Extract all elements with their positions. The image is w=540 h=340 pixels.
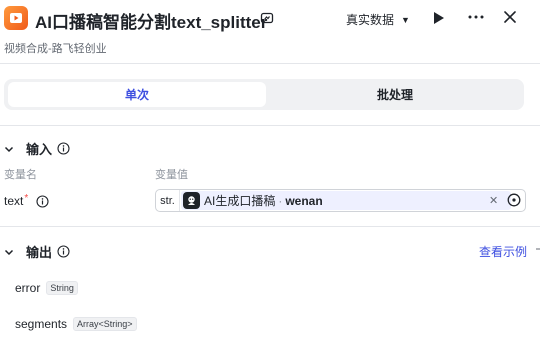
output-type-badge: Array<String>	[73, 317, 137, 331]
more-icon[interactable]	[466, 9, 486, 25]
data-source-label: 真实数据	[346, 13, 395, 27]
column-label-name: 变量名	[4, 169, 37, 181]
info-icon[interactable]	[36, 194, 49, 208]
ai-node-icon	[183, 192, 200, 209]
run-icon[interactable]	[432, 10, 446, 26]
target-icon[interactable]	[507, 193, 521, 207]
reference-node: AI生成口播稿	[204, 194, 276, 208]
reference-var: wenan	[285, 194, 323, 208]
output-type-badge: String	[46, 281, 78, 295]
mode-tabs: 单次 批处理	[4, 79, 524, 110]
output-section-title: 输出	[26, 245, 53, 260]
clear-icon[interactable]: ✕	[489, 194, 498, 207]
edit-icon[interactable]	[260, 11, 274, 25]
column-label-value: 变量值	[155, 169, 188, 181]
close-icon[interactable]	[503, 10, 517, 24]
node-subtitle: 视频合成-路飞轻创业	[4, 43, 107, 55]
variable-name-text: text *	[4, 192, 49, 208]
view-example-link[interactable]: 查看示例	[479, 243, 527, 260]
output-field-name: error	[15, 281, 41, 295]
output-section-header[interactable]: 输出	[4, 242, 70, 261]
info-icon[interactable]	[57, 142, 70, 155]
play-card-icon	[4, 6, 28, 30]
node-title: AI口播稿智能分割text_splitter	[35, 13, 268, 32]
output-field-segments: segments Array<String>	[15, 317, 137, 331]
panel-header: AI口播稿智能分割text_splitter 真实数据 ▼	[0, 0, 540, 36]
data-source-select[interactable]: 真实数据 ▼	[346, 11, 410, 28]
tabs-divider	[0, 125, 540, 126]
scroll-edge-indicator	[536, 244, 540, 254]
variable-value-field[interactable]: str. AI生成口播稿 · wenan ✕	[155, 189, 526, 212]
input-section-header[interactable]: 输入	[4, 139, 70, 158]
caret-down-icon: ▼	[401, 14, 410, 25]
input-section-title: 输入	[26, 142, 53, 157]
input-divider	[0, 226, 540, 227]
reference-chip[interactable]: AI生成口播稿 · wenan	[181, 191, 511, 210]
tab-batch[interactable]: 批处理	[266, 82, 524, 107]
variable-name: text	[4, 194, 24, 208]
output-field-name: segments	[15, 317, 68, 331]
chevron-down-icon	[4, 146, 14, 152]
reference-text: AI生成口播稿 · wenan	[204, 194, 323, 208]
type-tag: str.	[156, 190, 180, 211]
tab-single[interactable]: 单次	[8, 82, 266, 107]
chevron-down-icon	[4, 249, 14, 255]
info-icon[interactable]	[57, 245, 70, 258]
required-marker: *	[24, 192, 29, 204]
header-divider	[0, 63, 540, 64]
output-field-error: error String	[15, 281, 78, 295]
